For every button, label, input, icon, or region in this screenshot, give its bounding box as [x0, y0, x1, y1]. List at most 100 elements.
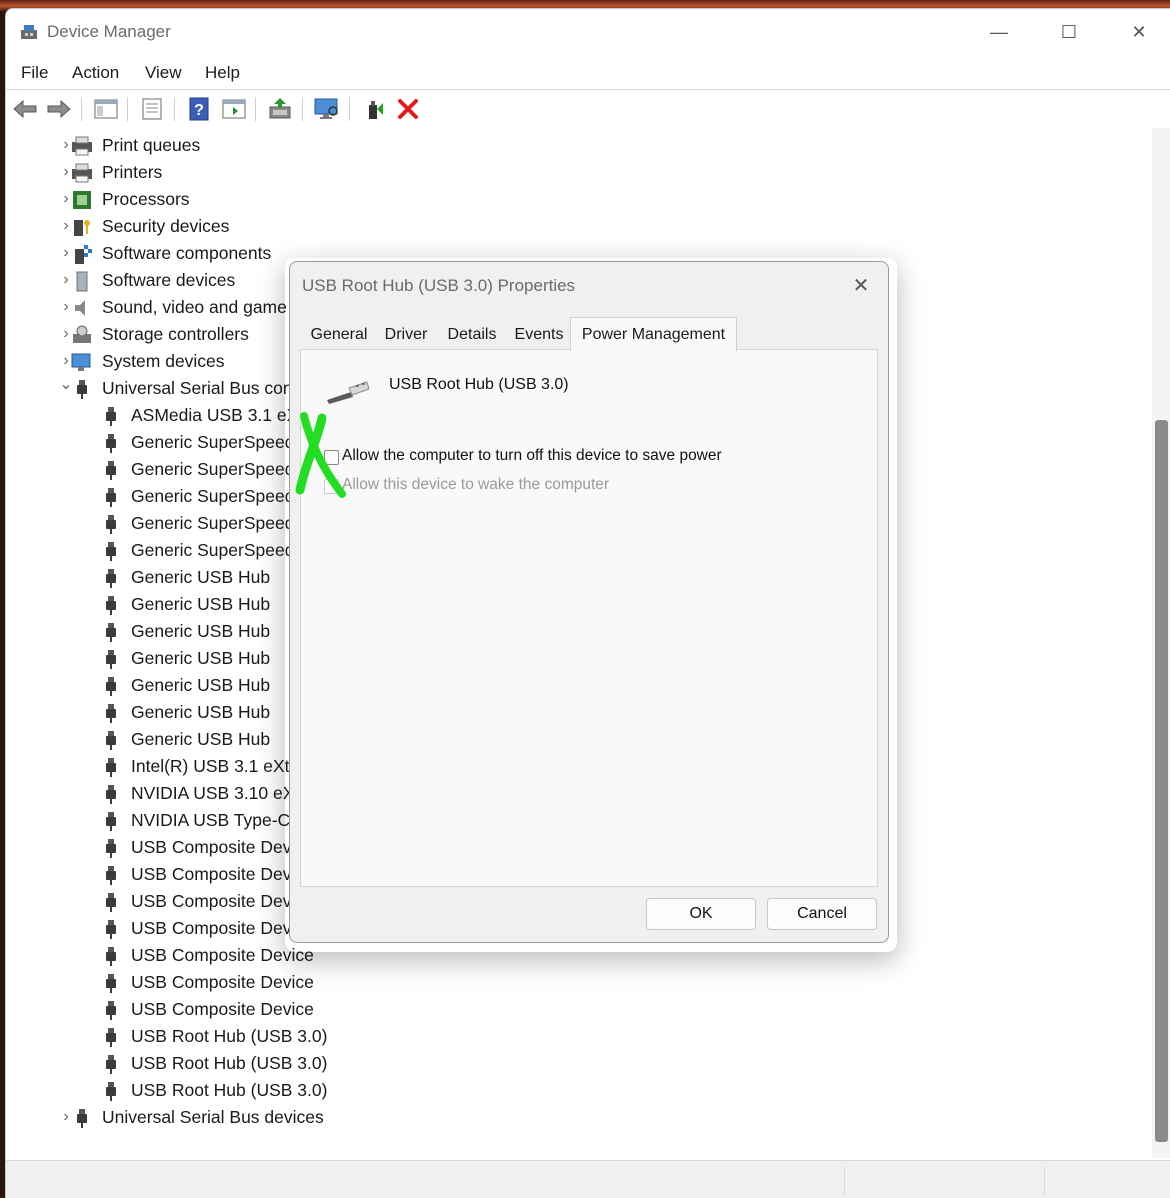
maximize-button[interactable]: ☐: [1034, 9, 1104, 55]
scrollbar-thumb[interactable]: [1155, 420, 1168, 1142]
minimize-button[interactable]: —: [964, 9, 1034, 55]
tree-device-item[interactable]: ASMedia USB 3.1 eXt: [99, 402, 303, 429]
tree-device-item[interactable]: Generic SuperSpeed: [99, 537, 294, 564]
tree-device-item[interactable]: Generic USB Hub: [99, 672, 270, 699]
maximize-icon: ☐: [1060, 21, 1078, 42]
update-driver-button[interactable]: [266, 96, 294, 122]
processor-icon: [70, 189, 94, 211]
tree-device-item[interactable]: USB Composite Device: [99, 996, 314, 1023]
tab-general[interactable]: General: [304, 322, 374, 348]
tree-device-item[interactable]: NVIDIA USB 3.10 eXte: [99, 780, 309, 807]
tree-device-item[interactable]: Generic SuperSpeed: [99, 456, 294, 483]
tree-category-usb-devices[interactable]: Universal Serial Bus devices: [70, 1104, 324, 1131]
tree-device-item[interactable]: Generic USB Hub: [99, 726, 270, 753]
menu-help[interactable]: Help: [205, 63, 240, 83]
show-hide-console-tree-button[interactable]: [92, 96, 120, 122]
forward-button[interactable]: [45, 96, 73, 122]
tab-events[interactable]: Events: [508, 322, 570, 348]
usb-device-icon: [99, 648, 123, 670]
tree-item-label: Software devices: [102, 270, 236, 290]
close-button[interactable]: ✕: [1104, 9, 1170, 55]
tree-device-item[interactable]: Generic USB Hub: [99, 645, 270, 672]
toolbar: ?: [6, 89, 1170, 129]
menu-action[interactable]: Action: [72, 63, 119, 83]
tree-device-item[interactable]: Generic USB Hub: [99, 618, 270, 645]
title-bar[interactable]: Device Manager — ☐ ✕: [6, 9, 1170, 55]
tree-device-item[interactable]: Generic SuperSpeed: [99, 510, 294, 537]
tree-item-label: Universal Serial Bus cont: [102, 378, 298, 398]
tree-item-label: Generic USB Hub: [131, 729, 271, 749]
tree-device-item[interactable]: USB Composite Devi: [99, 888, 295, 915]
allow-power-off-label[interactable]: Allow the computer to turn off this devi…: [342, 447, 722, 465]
status-separator: [844, 1167, 845, 1195]
minimize-icon: —: [990, 21, 1008, 42]
tree-category[interactable]: Software devices: [70, 267, 235, 294]
tree-category[interactable]: Storage controllers: [70, 321, 249, 348]
enable-device-button[interactable]: [361, 96, 389, 122]
back-button[interactable]: [11, 96, 39, 122]
tree-device-item[interactable]: USB Composite Devi: [99, 915, 295, 942]
back-arrow-icon: [13, 99, 37, 119]
tree-device-item[interactable]: USB Root Hub (USB 3.0): [99, 1023, 327, 1050]
tree-category[interactable]: Printers: [70, 159, 162, 186]
uninstall-device-button[interactable]: [394, 96, 422, 122]
tree-device-item[interactable]: NVIDIA USB Type-C F: [99, 807, 306, 834]
menu-view[interactable]: View: [145, 63, 182, 83]
tree-item-label: NVIDIA USB Type-C F: [131, 810, 306, 830]
help-button[interactable]: ?: [185, 96, 213, 122]
usb-device-icon: [99, 1053, 123, 1075]
tree-device-item[interactable]: USB Composite Devi: [99, 861, 295, 888]
allow-wake-checkbox[interactable]: [324, 479, 339, 494]
tree-device-item[interactable]: Generic SuperSpeed: [99, 429, 294, 456]
tree-category[interactable]: System devices: [70, 348, 225, 375]
tree-item-label: Print queues: [102, 135, 201, 155]
properties-button[interactable]: [138, 96, 166, 122]
tree-device-item[interactable]: USB Composite Device: [99, 942, 314, 969]
tree-device-item[interactable]: Generic USB Hub: [99, 699, 270, 726]
tab-driver[interactable]: Driver: [378, 322, 434, 348]
tree-category[interactable]: Print queues: [70, 132, 200, 159]
tree-item-label: USB Composite Devi: [131, 918, 296, 938]
printer-icon: [70, 162, 94, 184]
tab-power-management[interactable]: Power Management: [570, 317, 737, 351]
tree-device-item[interactable]: USB Root Hub (USB 3.0): [99, 1050, 327, 1077]
software-device-icon: [70, 270, 94, 292]
forward-arrow-icon: [47, 99, 71, 119]
uninstall-x-icon: [398, 99, 418, 119]
tree-device-item[interactable]: Intel(R) USB 3.1 eXter: [99, 753, 305, 780]
usb-device-icon: [99, 405, 123, 427]
help-icon: ?: [189, 97, 209, 121]
action-pane-button[interactable]: [220, 96, 248, 122]
tree-item-label: Printers: [102, 162, 163, 182]
usb-device-icon: [99, 999, 123, 1021]
dialog-close-button[interactable]: ✕: [846, 272, 876, 298]
allow-power-off-checkbox[interactable]: [324, 450, 339, 465]
tree-device-item[interactable]: USB Composite Device: [99, 969, 314, 996]
tree-device-item[interactable]: USB Root Hub (USB 3.0): [99, 1077, 327, 1104]
tree-category[interactable]: Sound, video and game: [70, 294, 287, 321]
device-manager-app-icon: [21, 25, 37, 39]
ok-button[interactable]: OK: [646, 898, 756, 930]
menu-bar: File Action View Help: [6, 57, 1170, 89]
scan-for-hardware-changes-button[interactable]: [313, 96, 341, 122]
tab-details[interactable]: Details: [441, 322, 503, 348]
usb-device-icon: [99, 810, 123, 832]
toolbar-separator: [81, 97, 82, 121]
usb-device-icon: [99, 675, 123, 697]
tree-device-item[interactable]: Generic USB Hub: [99, 591, 270, 618]
software-component-icon: [70, 243, 94, 265]
action-pane-icon: [222, 99, 246, 119]
menu-file[interactable]: File: [21, 63, 48, 83]
tree-device-item[interactable]: Generic SuperSpeed: [99, 483, 294, 510]
tree-device-item[interactable]: Generic USB Hub: [99, 564, 270, 591]
usb-device-icon: [99, 1080, 123, 1102]
tree-category[interactable]: Security devices: [70, 213, 229, 240]
device-name: USB Root Hub (USB 3.0): [389, 376, 569, 393]
cancel-button[interactable]: Cancel: [767, 898, 877, 930]
tree-category[interactable]: Processors: [70, 186, 190, 213]
tree-device-item[interactable]: USB Composite Devi: [99, 834, 295, 861]
usb-device-icon: [99, 729, 123, 751]
tree-category[interactable]: Software components: [70, 240, 271, 267]
tree-category-usb-controllers[interactable]: Universal Serial Bus cont: [70, 375, 298, 402]
svg-text:?: ?: [194, 102, 204, 119]
